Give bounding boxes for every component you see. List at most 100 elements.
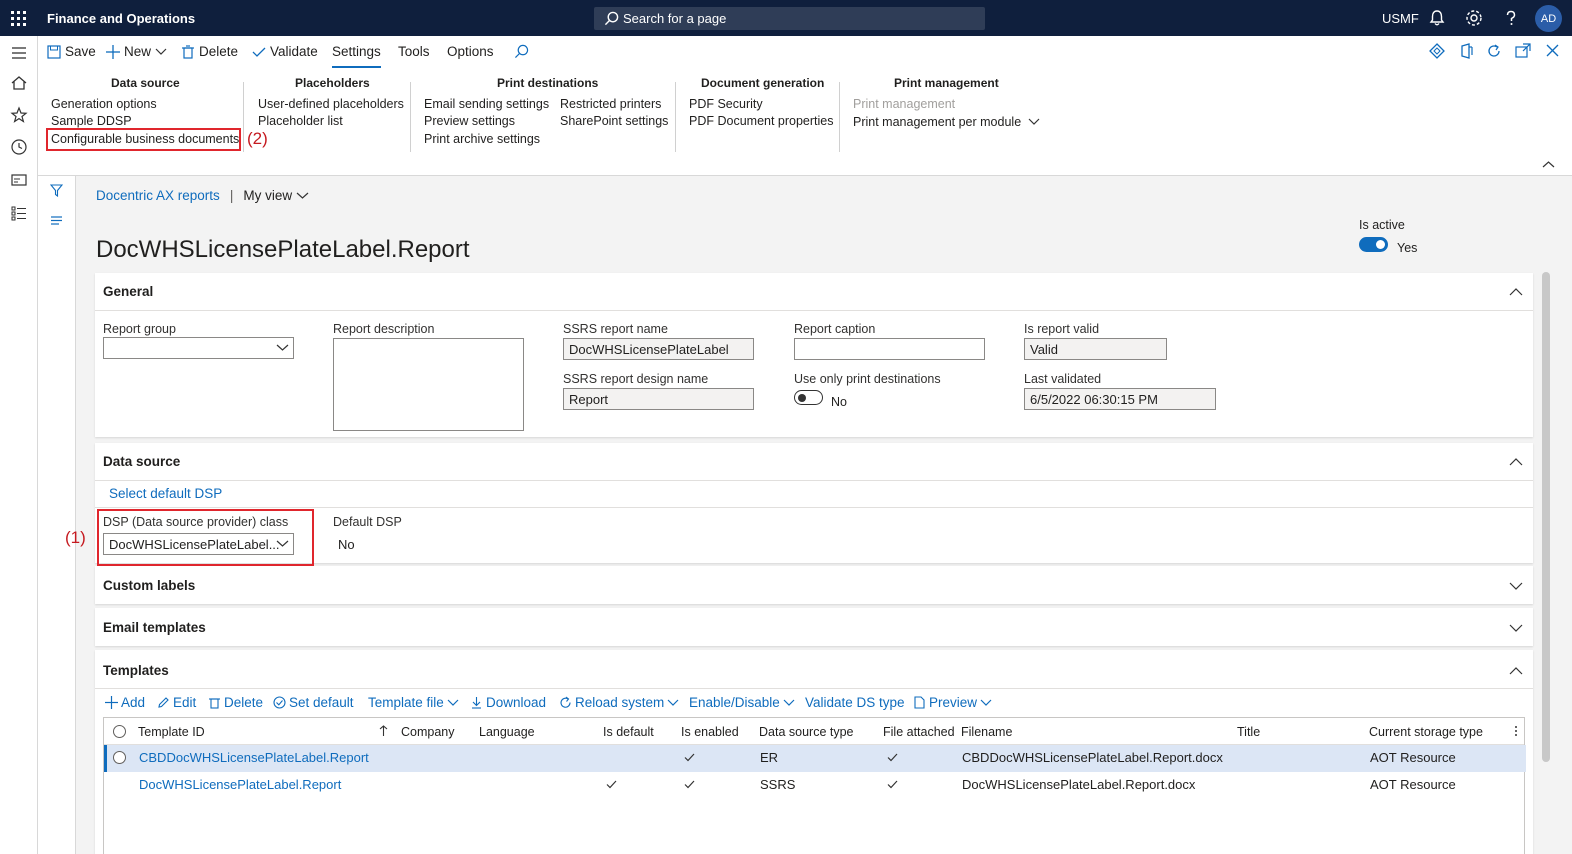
table-row[interactable]: DocWHSLicensePlateLabel.Report SSRS DocW… (104, 772, 1526, 799)
star-icon[interactable] (10, 106, 28, 124)
column-header-is-default[interactable]: Is default (603, 725, 654, 739)
modules-icon[interactable] (10, 204, 28, 222)
ssrs-report-name-field[interactable]: DocWHSLicensePlateLabel (563, 338, 754, 360)
chevron-up-icon[interactable] (1509, 666, 1523, 676)
reload-system-menu[interactable]: Reload system (559, 695, 682, 710)
is-report-valid-field[interactable]: Valid (1024, 338, 1167, 360)
form-content: Docentric AX reports | My view DocWHSLic… (65, 176, 1572, 854)
save-button[interactable]: Save (47, 44, 96, 59)
table-row[interactable]: CBDDocWHSLicensePlateLabel.Report ER CBD… (104, 745, 1526, 772)
chevron-down-icon (783, 699, 795, 706)
column-header-company[interactable]: Company (401, 725, 455, 739)
ribbon-user-defined-placeholders[interactable]: User-defined placeholders (258, 97, 404, 111)
tab-tools[interactable]: Tools (398, 44, 430, 59)
close-icon[interactable] (1546, 44, 1559, 57)
delete-button[interactable]: Delete (181, 44, 238, 59)
ribbon-sample-ddsp[interactable]: Sample DDSP (51, 114, 132, 128)
templates-section-header[interactable]: Templates (103, 663, 169, 678)
tab-settings[interactable]: Settings (332, 44, 381, 68)
open-new-window-icon[interactable] (1515, 43, 1531, 59)
chevron-up-icon[interactable] (1509, 287, 1523, 297)
ribbon-generation-options[interactable]: Generation options (51, 97, 157, 111)
action-search-icon[interactable] (514, 44, 529, 59)
ribbon-pdf-document-properties[interactable]: PDF Document properties (689, 114, 834, 128)
app-launcher-icon[interactable] (11, 11, 26, 26)
home-icon[interactable] (10, 74, 28, 92)
last-validated-field[interactable]: 6/5/2022 06:30:15 PM (1024, 388, 1216, 410)
ribbon-placeholder-list[interactable]: Placeholder list (258, 114, 343, 128)
filter-icon[interactable] (50, 184, 63, 197)
validate-ds-type-button[interactable]: Validate DS type (805, 695, 905, 710)
power-apps-icon[interactable] (1429, 43, 1445, 59)
ribbon-print-management-per-module[interactable]: Print management per module (853, 115, 1040, 129)
column-header-title[interactable]: Title (1237, 725, 1260, 739)
column-header-file-attached[interactable]: File attached (883, 725, 955, 739)
ssrs-design-field[interactable]: Report (563, 388, 754, 410)
office-icon[interactable] (1458, 43, 1474, 59)
email-templates-section-header[interactable]: Email templates (103, 620, 206, 635)
ribbon-pdf-security[interactable]: PDF Security (689, 97, 763, 111)
avatar[interactable]: AD (1535, 5, 1562, 32)
left-nav (0, 36, 38, 854)
ribbon-restricted-printers[interactable]: Restricted printers (560, 97, 661, 111)
is-active-toggle[interactable] (1359, 237, 1388, 252)
set-default-button[interactable]: Set default (273, 695, 354, 710)
add-template-button[interactable]: Add (105, 695, 145, 710)
clock-icon[interactable] (10, 138, 28, 156)
collapse-ribbon-icon[interactable] (1542, 160, 1555, 169)
tab-options[interactable]: Options (447, 44, 494, 59)
download-button[interactable]: Download (470, 695, 546, 710)
preview-menu[interactable]: Preview (913, 695, 995, 710)
chevron-up-icon[interactable] (1509, 457, 1523, 467)
ribbon-preview-settings[interactable]: Preview settings (424, 114, 515, 128)
data-source-section-header[interactable]: Data source (103, 454, 180, 469)
column-header-data-source-type[interactable]: Data source type (759, 725, 854, 739)
chevron-down-icon[interactable] (1509, 581, 1523, 591)
template-file-menu[interactable]: Template file (368, 695, 462, 710)
validate-button[interactable]: Validate (252, 44, 318, 59)
use-only-print-destinations-toggle[interactable] (794, 390, 823, 405)
hamburger-icon[interactable] (10, 44, 28, 62)
new-button[interactable]: New (106, 44, 172, 59)
ribbon-sharepoint-settings[interactable]: SharePoint settings (560, 114, 668, 128)
ribbon-print-archive-settings[interactable]: Print archive settings (424, 132, 540, 146)
bell-icon[interactable] (1427, 8, 1447, 28)
is-report-valid-label: Is report valid (1024, 322, 1100, 336)
refresh-icon[interactable] (1486, 43, 1502, 59)
more-options-icon[interactable] (1514, 725, 1518, 737)
custom-labels-section-header[interactable]: Custom labels (103, 578, 195, 593)
delete-template-button[interactable]: Delete (208, 695, 263, 710)
chevron-down-icon[interactable] (296, 191, 309, 200)
is-enabled-check-icon (684, 753, 695, 762)
list-icon[interactable] (50, 214, 63, 227)
help-icon[interactable] (1501, 8, 1521, 28)
view-selector[interactable]: My view (243, 188, 292, 203)
company-picker[interactable]: USMF (1382, 11, 1419, 26)
select-default-dsp-button[interactable]: Select default DSP (109, 486, 222, 501)
chevron-down-icon[interactable] (1509, 623, 1523, 633)
ribbon-group-placeholders: Placeholders (295, 76, 370, 90)
row-select-radio[interactable] (113, 751, 126, 764)
column-header-language[interactable]: Language (479, 725, 535, 739)
column-header-filename[interactable]: Filename (961, 725, 1012, 739)
select-all-radio[interactable] (113, 725, 126, 738)
workspaces-icon[interactable] (10, 171, 28, 189)
gear-icon[interactable] (1464, 8, 1484, 28)
sort-ascending-icon[interactable] (379, 725, 388, 737)
template-id-link[interactable]: DocWHSLicensePlateLabel.Report (139, 777, 341, 792)
column-header-current-storage-type[interactable]: Current storage type (1369, 725, 1483, 739)
template-id-link[interactable]: CBDDocWHSLicensePlateLabel.Report (139, 750, 369, 765)
search-input[interactable]: Search for a page (594, 7, 985, 30)
report-caption-field[interactable] (794, 338, 985, 360)
general-section-header[interactable]: General (103, 284, 153, 299)
edit-template-button[interactable]: Edit (157, 695, 196, 710)
vertical-scrollbar[interactable] (1542, 272, 1550, 762)
column-header-is-enabled[interactable]: Is enabled (681, 725, 739, 739)
report-group-select[interactable] (103, 337, 294, 359)
ribbon-email-sending-settings[interactable]: Email sending settings (424, 97, 549, 111)
enable-disable-menu[interactable]: Enable/Disable (689, 695, 798, 710)
column-header-template-id[interactable]: Template ID (138, 725, 205, 739)
app-title[interactable]: Finance and Operations (47, 11, 195, 26)
report-description-textarea[interactable] (333, 338, 524, 431)
breadcrumb-module-link[interactable]: Docentric AX reports (96, 188, 220, 203)
